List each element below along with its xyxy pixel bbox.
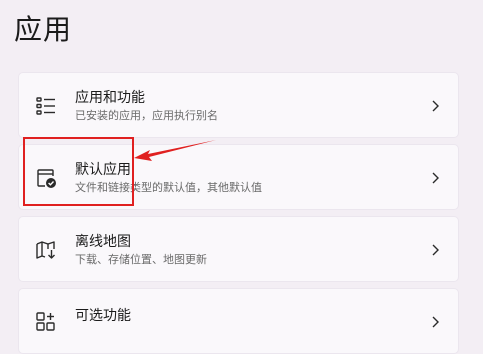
settings-item-title: 离线地图 — [75, 234, 131, 250]
settings-item-title: 应用和功能 — [75, 90, 145, 106]
chevron-right-icon — [432, 172, 439, 184]
settings-item-subtitle: 已安装的应用，应用执行别名 — [75, 109, 218, 122]
offline-maps-icon — [36, 241, 55, 259]
chevron-right-icon — [432, 316, 439, 328]
settings-item-optional-features[interactable]: 可选功能 — [18, 288, 459, 354]
apps-list-icon — [36, 97, 55, 115]
settings-item-title: 可选功能 — [75, 308, 131, 324]
annotation-highlight-box — [23, 137, 134, 206]
page-title: 应用 — [14, 13, 73, 46]
settings-item-offline-maps[interactable]: 离线地图 下载、存储位置、地图更新 — [18, 216, 459, 282]
settings-item-apps-features[interactable]: 应用和功能 已安装的应用，应用执行别名 — [18, 72, 459, 138]
settings-item-subtitle: 下载、存储位置、地图更新 — [75, 253, 207, 266]
chevron-right-icon — [432, 244, 439, 256]
annotation-arrow-icon — [134, 140, 216, 161]
optional-features-icon — [36, 312, 55, 331]
chevron-right-icon — [432, 100, 439, 112]
